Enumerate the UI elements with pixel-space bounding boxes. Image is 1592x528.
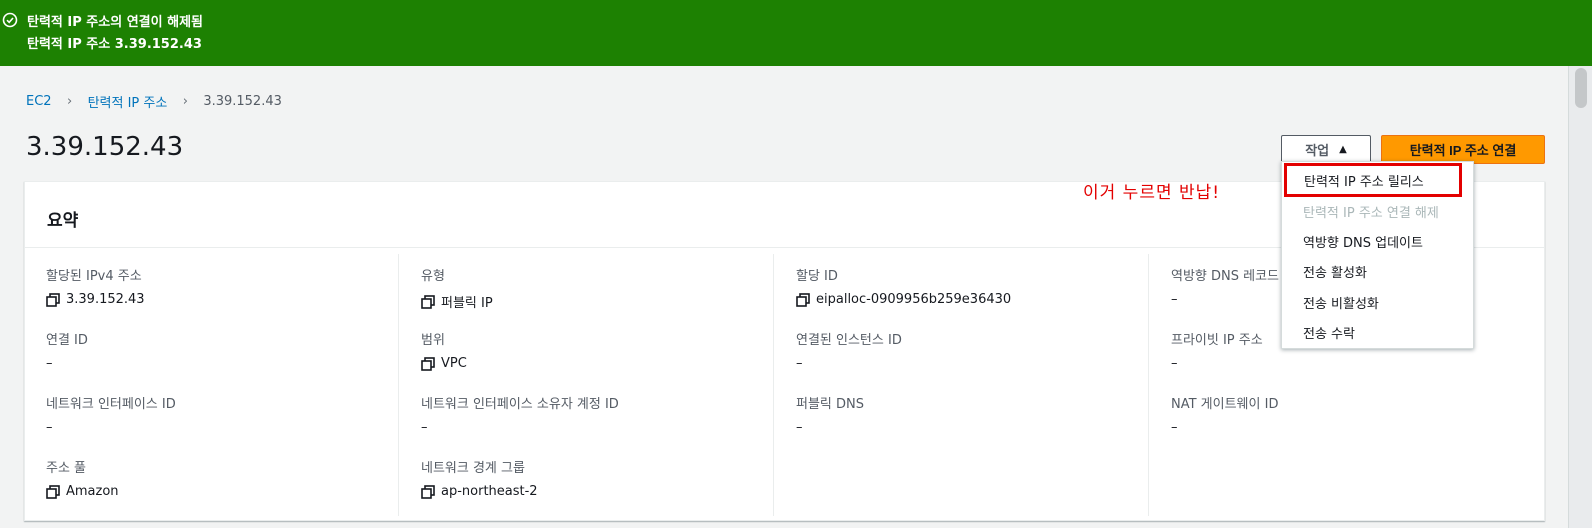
copy-icon[interactable] — [46, 292, 60, 307]
breadcrumb-elastic-ip-link[interactable]: 탄력적 IP 주소 — [88, 92, 168, 111]
field-reverse-dns: 역방향 DNS 레코드 – — [1171, 269, 1280, 307]
field-type: 유형 퍼블릭 IP — [421, 269, 493, 311]
breadcrumb: EC2 › 탄력적 IP 주소 › 3.39.152.43 — [26, 92, 282, 111]
success-check-icon — [2, 12, 18, 28]
breadcrumb-ec2-link[interactable]: EC2 — [26, 94, 52, 109]
caret-up-icon: ▲ — [1339, 144, 1347, 155]
menu-item-enable-transfer[interactable]: 전송 활성화 — [1282, 256, 1473, 286]
field-network-border-group: 네트워크 경계 그룹 ap-northeast-2 — [421, 461, 538, 499]
actions-dropdown-button[interactable]: 작업 ▲ — [1281, 135, 1371, 164]
field-address-pool: 주소 풀 Amazon — [46, 461, 119, 499]
flash-message: 탄력적 IP 주소 3.39.152.43 — [27, 37, 202, 52]
menu-item-update-reverse-dns[interactable]: 역방향 DNS 업데이트 — [1282, 226, 1473, 256]
associate-elastic-ip-button[interactable]: 탄력적 IP 주소 연결 — [1381, 135, 1545, 164]
field-associated-instance: 연결된 인스턴스 ID – — [796, 333, 902, 371]
field-private-ip: 프라이빗 IP 주소 – — [1171, 333, 1263, 371]
copy-icon[interactable] — [796, 292, 810, 307]
copy-icon[interactable] — [46, 484, 60, 499]
copy-icon[interactable] — [421, 484, 435, 499]
field-allocation-id: 할당 ID eipalloc-0909956b259e36430 — [796, 269, 1012, 307]
page-scrollbar[interactable] — [1568, 66, 1592, 528]
breadcrumb-current: 3.39.152.43 — [203, 94, 282, 109]
field-public-dns: 퍼블릭 DNS – — [796, 397, 864, 435]
copy-icon[interactable] — [421, 294, 435, 309]
chevron-right-icon: › — [66, 94, 73, 109]
copy-icon[interactable] — [421, 356, 435, 371]
success-flash-banner: 탄력적 IP 주소의 연결이 해제됨 탄력적 IP 주소 3.39.152.43 — [0, 0, 1592, 66]
field-nat-gateway: NAT 게이트웨이 ID – — [1171, 397, 1279, 435]
scrollbar-thumb[interactable] — [1575, 68, 1587, 108]
actions-dropdown-menu: 탄력적 IP 주소 릴리스 탄력적 IP 주소 연결 해제 역방향 DNS 업데… — [1281, 161, 1474, 349]
menu-item-disable-transfer[interactable]: 전송 비활성화 — [1282, 287, 1473, 317]
summary-column-3: 할당 ID eipalloc-0909956b259e36430 연결된 인스턴… — [775, 254, 1149, 516]
flash-title: 탄력적 IP 주소의 연결이 해제됨 — [27, 15, 203, 30]
menu-item-accept-transfer[interactable]: 전송 수락 — [1282, 317, 1473, 347]
menu-item-release-eip[interactable]: 탄력적 IP 주소 릴리스 — [1284, 163, 1462, 197]
actions-button-label: 작업 — [1305, 144, 1330, 159]
chevron-right-icon: › — [182, 94, 188, 109]
page-title: 3.39.152.43 — [26, 132, 184, 162]
summary-column-2: 유형 퍼블릭 IP 범위 VPC 네트워크 인터페이스 소유자 계정 ID – … — [400, 254, 774, 516]
menu-item-disassociate-eip: 탄력적 IP 주소 연결 해제 — [1303, 205, 1439, 221]
field-association-id: 연결 ID – — [46, 333, 88, 371]
summary-column-1: 할당된 IPv4 주소 3.39.152.43 연결 ID – 네트워크 인터페… — [25, 254, 399, 516]
annotation-note: 이거 누르면 반납! — [1083, 183, 1221, 203]
field-allocated-ipv4: 할당된 IPv4 주소 3.39.152.43 — [46, 269, 145, 307]
field-network-interface-owner: 네트워크 인터페이스 소유자 계정 ID – — [421, 397, 619, 435]
field-network-interface-id: 네트워크 인터페이스 ID – — [46, 397, 176, 435]
field-scope: 범위 VPC — [421, 333, 467, 371]
